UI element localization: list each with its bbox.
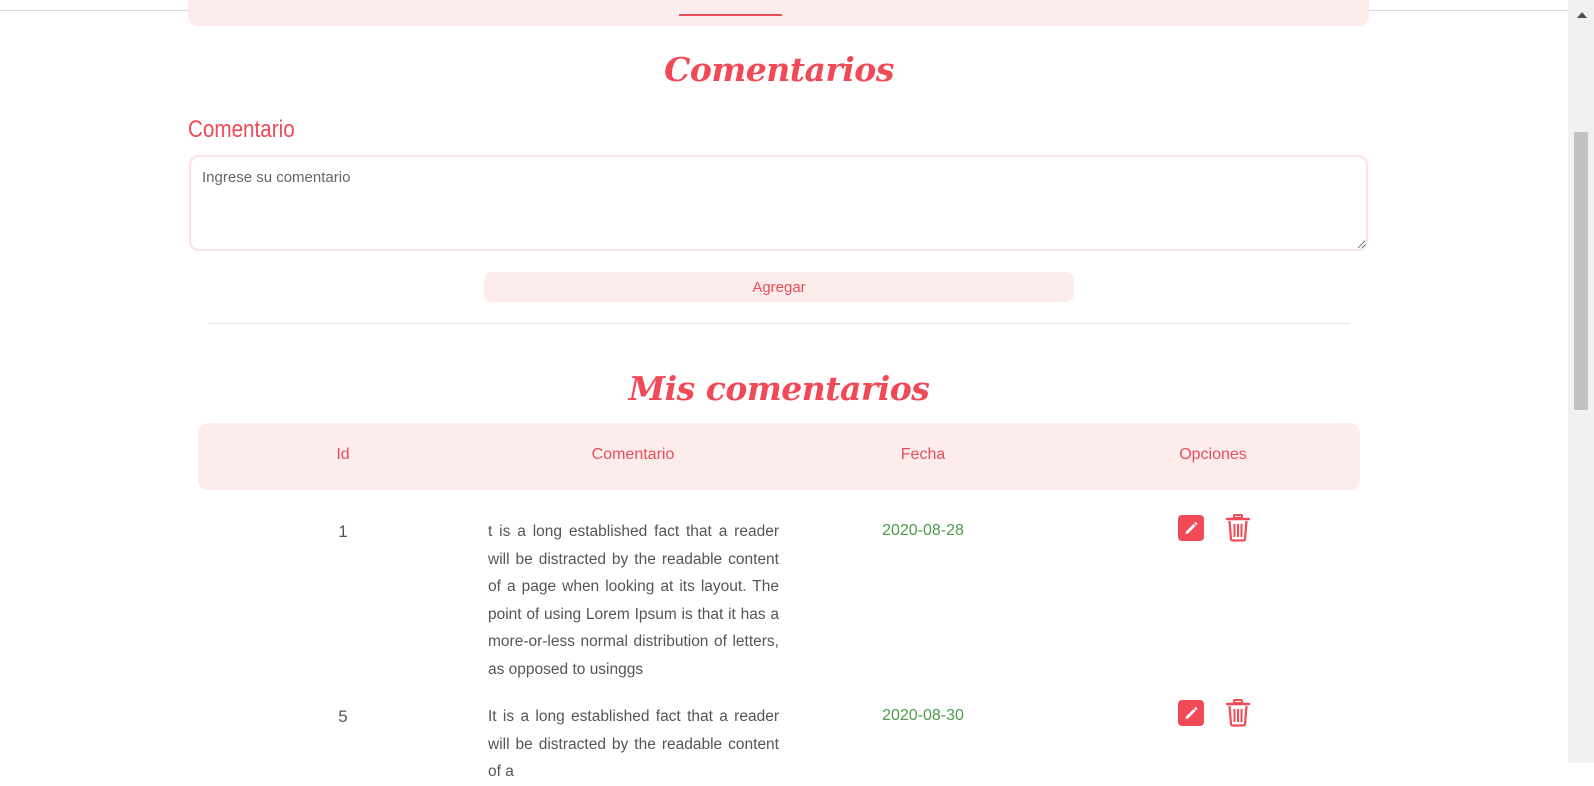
edit-button[interactable] <box>1178 515 1204 541</box>
column-header-comment: Comentario <box>591 446 675 463</box>
page-content: Comentarios Comentario Agregar Mis comen… <box>0 0 1568 780</box>
scrollbar-thumb[interactable] <box>1574 132 1588 410</box>
navbar <box>188 0 1369 26</box>
my-comments-title: Mis comentarios <box>628 369 930 408</box>
delete-button[interactable] <box>1225 699 1251 727</box>
nav-active-indicator <box>679 14 782 16</box>
delete-button[interactable] <box>1225 514 1251 542</box>
row-comment: t is a long established fact that a read… <box>488 523 779 678</box>
row-id: 5 <box>338 707 348 726</box>
row-id: 1 <box>338 522 348 541</box>
column-header-date: Fecha <box>900 446 946 463</box>
section-divider <box>208 323 1350 324</box>
trash-icon <box>1225 514 1251 542</box>
column-header-id: Id <box>336 446 350 463</box>
trash-icon <box>1225 699 1251 727</box>
row-comment: It is a long established fact that a rea… <box>488 708 779 780</box>
scroll-up-arrow-icon[interactable] <box>1577 12 1587 18</box>
column-header-options: Opciones <box>1179 446 1247 463</box>
comment-textarea[interactable] <box>189 155 1368 251</box>
comments-form-title: Comentarios <box>664 50 894 89</box>
pencil-icon <box>1185 522 1198 534</box>
add-comment-button[interactable]: Agregar <box>484 272 1074 302</box>
row-date: 2020-08-30 <box>882 707 964 724</box>
comment-field-label: Comentario <box>188 116 295 143</box>
edit-button[interactable] <box>1178 700 1204 726</box>
pencil-icon <box>1185 707 1198 719</box>
row-date: 2020-08-28 <box>882 522 964 539</box>
